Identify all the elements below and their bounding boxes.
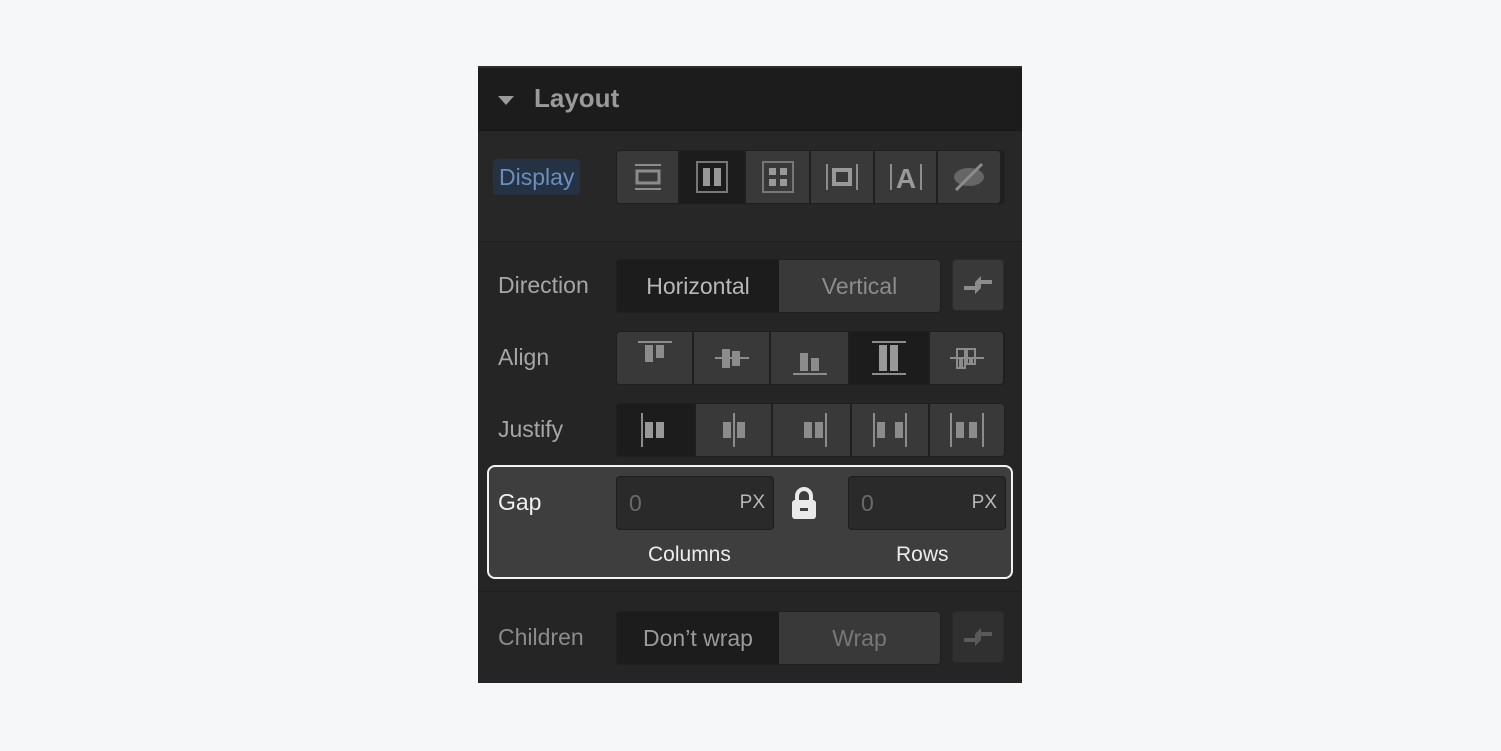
align-center-icon xyxy=(714,349,749,368)
caret-down-icon[interactable] xyxy=(498,96,514,105)
display-label[interactable]: Display xyxy=(493,159,581,195)
align-baseline-button[interactable] xyxy=(930,332,1003,384)
gap-columns-label: Columns xyxy=(648,543,731,566)
justify-space-around-button[interactable] xyxy=(930,404,1004,456)
display-inline-button[interactable]: A xyxy=(875,151,936,203)
children-wrap-button[interactable]: Wrap xyxy=(779,612,940,664)
display-inline-icon: A xyxy=(889,163,922,192)
justify-end-button[interactable] xyxy=(773,404,850,456)
gap-label: Gap xyxy=(498,489,542,515)
justify-space-between-button[interactable] xyxy=(852,404,928,456)
divider xyxy=(478,591,1022,592)
children-reverse-button[interactable] xyxy=(952,611,1004,663)
display-block-icon xyxy=(634,164,661,190)
justify-center-icon xyxy=(722,413,745,447)
display-flex-icon xyxy=(696,161,728,193)
direction-horizontal-button[interactable]: Horizontal xyxy=(617,260,779,312)
display-inline-block-icon xyxy=(826,164,858,190)
svg-text:A: A xyxy=(895,163,915,192)
display-grid-icon xyxy=(761,161,794,193)
display-inline-block-button[interactable] xyxy=(811,151,873,203)
gap-columns-unit[interactable]: PX xyxy=(740,492,765,514)
direction-label: Direction xyxy=(498,272,589,298)
section-header[interactable]: Layout xyxy=(478,66,1022,131)
align-baseline-icon xyxy=(949,348,984,369)
justify-start-icon xyxy=(640,413,664,447)
justify-space-between-icon xyxy=(873,413,907,447)
align-end-button[interactable] xyxy=(771,332,848,384)
align-label: Align xyxy=(498,344,550,370)
justify-center-button[interactable] xyxy=(696,404,771,456)
display-none-button[interactable] xyxy=(938,151,1000,203)
align-stretch-button[interactable] xyxy=(850,332,928,384)
direction-vertical-button[interactable]: Vertical xyxy=(779,260,940,312)
reverse-arrows-icon xyxy=(964,276,992,294)
display-none-icon xyxy=(954,162,984,192)
section-title: Layout xyxy=(534,83,620,113)
gap-rows-value[interactable]: 0 xyxy=(861,490,874,517)
direction-toggle: Horizontal Vertical xyxy=(616,259,941,313)
gap-rows-unit[interactable]: PX xyxy=(972,492,997,514)
display-block-button[interactable] xyxy=(617,151,678,203)
justify-label: Justify xyxy=(498,416,564,442)
children-wrap-toggle: Don’t wrap Wrap xyxy=(616,611,941,665)
align-options xyxy=(616,331,1005,385)
align-start-button[interactable] xyxy=(617,332,692,384)
justify-space-around-icon xyxy=(950,413,984,447)
align-start-icon xyxy=(637,341,672,362)
gap-rows-input[interactable]: 0 PX xyxy=(848,476,1006,530)
justify-options xyxy=(616,403,1005,457)
gap-section: Gap 0 PX 0 PX Columns Rows xyxy=(487,465,1013,579)
reverse-arrows-icon xyxy=(964,628,992,646)
gap-columns-value[interactable]: 0 xyxy=(629,490,642,517)
display-options: A xyxy=(616,150,1005,204)
display-grid-button[interactable] xyxy=(746,151,809,203)
children-dont-wrap-button[interactable]: Don’t wrap xyxy=(617,612,779,664)
justify-start-button[interactable] xyxy=(617,404,694,456)
gap-lock-button[interactable] xyxy=(789,485,819,521)
display-flex-button[interactable] xyxy=(680,151,744,203)
layout-panel: Layout Display A Direction Horizontal Ve… xyxy=(478,66,1022,683)
align-end-icon xyxy=(792,353,827,375)
direction-reverse-button[interactable] xyxy=(952,259,1004,311)
lock-icon xyxy=(792,487,816,519)
align-center-button[interactable] xyxy=(694,332,769,384)
children-label: Children xyxy=(498,624,584,650)
gap-rows-label: Rows xyxy=(896,543,949,566)
justify-end-icon xyxy=(803,413,827,447)
gap-columns-input[interactable]: 0 PX xyxy=(616,476,774,530)
align-stretch-icon xyxy=(872,341,906,375)
